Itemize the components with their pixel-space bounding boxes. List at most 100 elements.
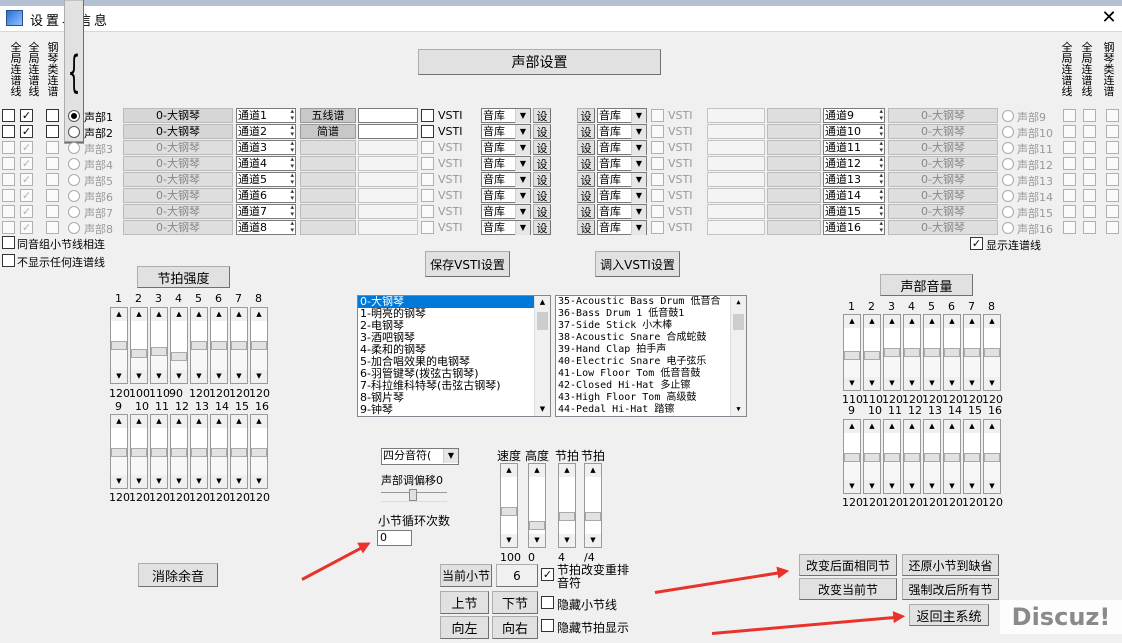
part-channel-spinner[interactable]: 通道6 [236,188,296,203]
slider-thumb[interactable] [251,448,267,457]
part-library-select[interactable]: 音库 [481,124,531,139]
part-global-checkbox-a[interactable] [2,141,15,154]
instrument-listbox[interactable]: 0-大钢琴 1-明亮的钢琴 2-电钢琴 3-酒吧钢琴 4-柔和的钢琴 5-加合唱效果的电钢… [357,295,551,417]
part-piano-checkbox[interactable] [46,125,59,138]
vertical-slider[interactable]: ▲ ▼ [130,414,148,489]
part-global-checkbox-b[interactable] [1083,173,1096,186]
slider-down-arrow-icon[interactable]: ▼ [231,475,247,488]
vertical-slider[interactable]: ▲ ▼ [943,314,961,391]
part-settings-small-button[interactable]: 设 [577,156,595,171]
part-global-checkbox-b[interactable]: ✓ [20,109,33,122]
slider-thumb[interactable] [924,348,940,357]
slider-down-arrow-icon[interactable]: ▼ [924,377,940,390]
part-channel-spinner[interactable]: 通道2 [236,124,296,139]
vertical-slider[interactable]: ▲ ▼ [923,419,941,494]
part-radio[interactable] [1002,126,1014,138]
slider-up-arrow-icon[interactable]: ▲ [151,308,167,321]
part-channel-spinner[interactable]: 通道12 [823,156,885,171]
part-vsti-checkbox[interactable] [421,141,434,154]
part-library-select[interactable]: 音库 [481,108,531,123]
part-settings-small-button[interactable]: 设 [577,188,595,203]
slider-down-arrow-icon[interactable]: ▼ [559,534,575,547]
slider-up-arrow-icon[interactable]: ▲ [171,415,187,428]
slider-down-arrow-icon[interactable]: ▼ [211,475,227,488]
part-settings-small-button[interactable]: 设 [533,124,551,139]
vertical-slider[interactable]: ▲ ▼ [903,419,921,494]
vertical-slider[interactable]: ▲ ▼ [150,307,168,384]
part-vsti-path[interactable] [707,140,765,155]
current-bar-button[interactable]: 当前小节 [440,564,492,587]
part-notation-button[interactable] [300,156,356,171]
slider-down-arrow-icon[interactable]: ▼ [251,370,267,383]
part-piano-checkbox[interactable] [1106,189,1119,202]
part-vsti-checkbox[interactable] [421,109,434,122]
part-settings-small-button[interactable]: 设 [577,124,595,139]
part-vsti-checkbox[interactable] [651,125,664,138]
slider-up-arrow-icon[interactable]: ▲ [111,415,127,428]
vertical-slider[interactable]: ▲ ▼ [883,314,901,391]
part-radio[interactable] [68,126,80,138]
drum-list-item[interactable]: 36-Bass Drum 1 低音鼓1 [556,308,746,320]
hide-beat-display-checkbox[interactable] [541,619,554,632]
part-vsti-checkbox[interactable] [421,173,434,186]
slider-thumb[interactable] [529,521,545,530]
part-global-checkbox-a[interactable] [2,109,15,122]
slider-up-arrow-icon[interactable]: ▲ [501,464,517,477]
part-vsti-checkbox[interactable] [421,157,434,170]
part-global-checkbox-b[interactable] [1083,205,1096,218]
slider-thumb[interactable] [211,341,227,350]
slider-up-arrow-icon[interactable]: ▲ [904,315,920,328]
slider-thumb[interactable] [251,341,267,350]
part-piano-checkbox[interactable] [1106,205,1119,218]
part-instrument-button[interactable]: 0-大钢琴 [888,188,998,203]
tempo-vertical-slider[interactable]: ▲ ▼ [584,463,602,548]
part-notation-button[interactable] [767,140,821,155]
part-radio[interactable] [1002,158,1014,170]
part-vsti-checkbox[interactable] [651,141,664,154]
beat-strength-button[interactable]: 节拍强度 [137,266,230,288]
part-vsti-path[interactable] [358,172,418,187]
part-radio[interactable] [68,190,80,202]
part-notation-button[interactable] [300,140,356,155]
part-piano-checkbox[interactable] [1106,221,1119,234]
part-library-select[interactable]: 音库 [597,188,647,203]
tempo-vertical-slider[interactable]: ▲ ▼ [500,463,518,548]
part-global-checkbox-a[interactable] [1063,157,1076,170]
note-value-select[interactable]: 四分音符( [381,448,459,465]
part-radio[interactable] [1002,222,1014,234]
part-settings-small-button[interactable]: 设 [577,220,595,235]
part-settings-button[interactable]: 声部设置 [418,49,661,75]
part-settings-small-button[interactable]: 设 [533,108,551,123]
part-volume-button[interactable]: 声部音量 [880,274,973,296]
part-piano-checkbox[interactable] [46,221,59,234]
slider-up-arrow-icon[interactable]: ▲ [131,308,147,321]
slider-thumb[interactable] [191,341,207,350]
part-library-select[interactable]: 音库 [481,172,531,187]
part-notation-button[interactable] [300,204,356,219]
slider-down-arrow-icon[interactable]: ▼ [111,370,127,383]
part-vsti-checkbox[interactable] [421,125,434,138]
slider-down-arrow-icon[interactable]: ▼ [501,534,517,547]
slider-down-arrow-icon[interactable]: ▼ [585,534,601,547]
part-radio[interactable] [1002,190,1014,202]
slider-down-arrow-icon[interactable]: ▼ [944,480,960,493]
part-global-checkbox-b[interactable]: ✓ [20,125,33,138]
part-channel-spinner[interactable]: 通道5 [236,172,296,187]
part-instrument-button[interactable]: 0-大钢琴 [123,108,233,123]
part-notation-button[interactable] [767,220,821,235]
change-following-button[interactable]: 改变后面相同节 [799,554,897,576]
vertical-slider[interactable]: ▲ ▼ [983,314,1001,391]
slider-down-arrow-icon[interactable]: ▼ [529,534,545,547]
part-piano-checkbox[interactable] [46,205,59,218]
part-vsti-path[interactable] [358,124,418,139]
part-global-checkbox-b[interactable] [1083,125,1096,138]
part-notation-button[interactable] [767,204,821,219]
part-notation-button[interactable] [300,172,356,187]
slider-up-arrow-icon[interactable]: ▲ [559,464,575,477]
drum-list-item[interactable]: 44-Pedal Hi-Hat 踏镲 [556,404,746,416]
slider-up-arrow-icon[interactable]: ▲ [924,315,940,328]
slider-down-arrow-icon[interactable]: ▼ [944,377,960,390]
slider-thumb[interactable] [131,448,147,457]
part-library-select[interactable]: 音库 [481,140,531,155]
vertical-slider[interactable]: ▲ ▼ [210,307,228,384]
